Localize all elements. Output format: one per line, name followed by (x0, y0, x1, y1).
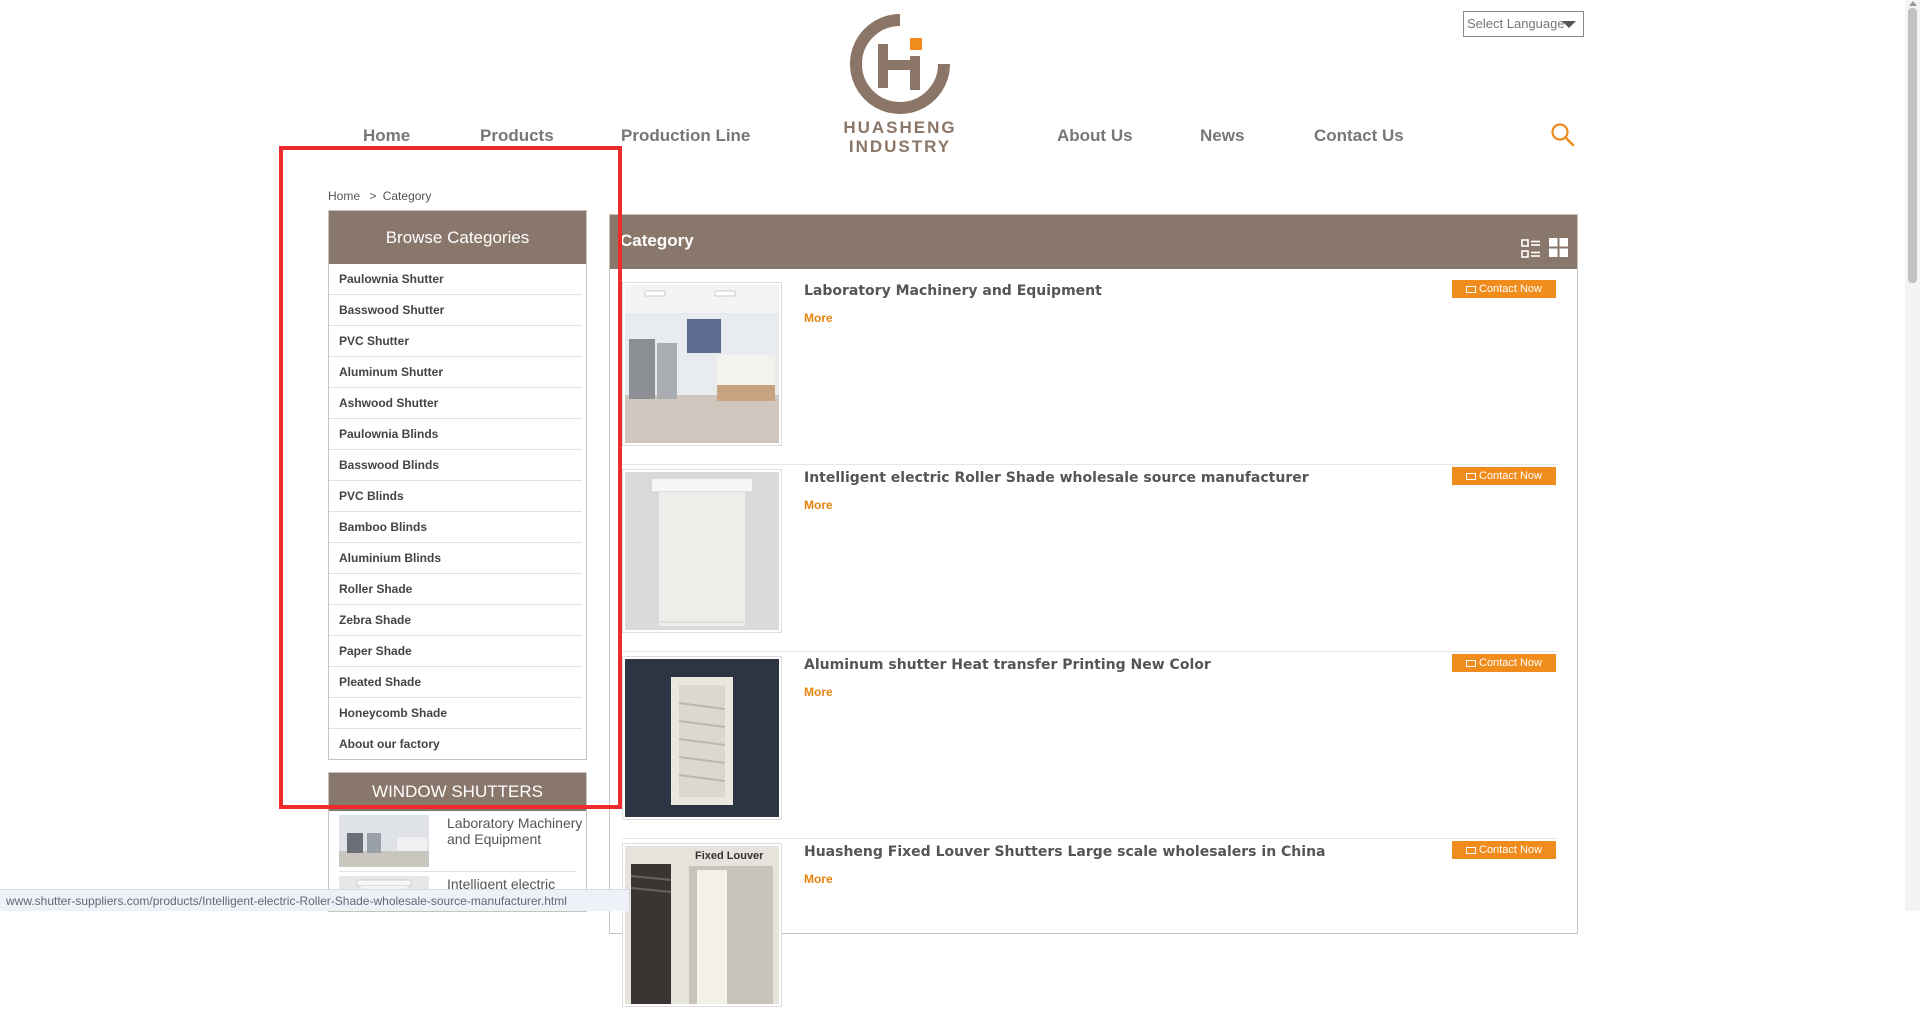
category-content: Category Laboratory Machinery and Equipm… (609, 214, 1578, 1007)
nav-news[interactable]: News (1200, 126, 1244, 146)
contact-now-button[interactable]: Contact Now (1452, 467, 1556, 485)
breadcrumb-home[interactable]: Home (328, 189, 360, 203)
product-row: Fixed Louver Huasheng Fixed Louver Shutt… (622, 839, 1558, 1025)
product-row: Intelligent electric Roller Shade wholes… (622, 465, 1558, 652)
product-thumbnail[interactable] (339, 815, 429, 867)
category-item[interactable]: Basswood Shutter (329, 295, 582, 326)
sidebar-categories: Browse Categories Paulownia Shutter Bass… (328, 210, 587, 760)
category-item[interactable]: PVC Blinds (329, 481, 582, 512)
scroll-up-icon[interactable] (1909, 1, 1917, 6)
window-shutters-title: WINDOW SHUTTERS (329, 773, 586, 811)
page-scrollbar[interactable] (1905, 0, 1920, 911)
logo-text-line2: INDUSTRY (848, 137, 952, 156)
contact-now-label: Contact Now (1479, 657, 1542, 669)
category-item[interactable]: Basswood Blinds (329, 450, 582, 481)
category-item[interactable]: Honeycomb Shade (329, 698, 582, 729)
contact-now-label: Contact Now (1479, 844, 1542, 856)
contact-now-label: Contact Now (1479, 283, 1542, 295)
product-photo (630, 864, 773, 1004)
envelope-icon (1466, 285, 1476, 293)
nav-production-line[interactable]: Production Line (621, 126, 750, 146)
status-bar-url: www.shutter-suppliers.com/products/Intel… (0, 889, 630, 911)
more-link[interactable]: More (804, 685, 833, 699)
category-item[interactable]: Aluminium Blinds (329, 543, 582, 574)
envelope-icon (1466, 472, 1476, 480)
category-item[interactable]: About our factory (329, 729, 582, 759)
category-item[interactable]: Roller Shade (329, 574, 582, 605)
product-row: Laboratory Machinery and Equipment More … (622, 278, 1558, 465)
product-image[interactable] (622, 282, 782, 446)
category-item[interactable]: Paulownia Shutter (329, 264, 582, 295)
language-select-label: Select Language (1467, 16, 1565, 31)
sidebar-title: Browse Categories (329, 211, 586, 264)
breadcrumb-separator: > (369, 189, 377, 203)
category-item[interactable]: Pleated Shade (329, 667, 582, 698)
category-item[interactable]: Paulownia Blinds (329, 419, 582, 450)
logo-text-line1: HUASHENG (843, 118, 957, 137)
category-item[interactable]: Aluminum Shutter (329, 357, 582, 388)
contact-now-button[interactable]: Contact Now (1452, 280, 1556, 298)
breadcrumb-current: Category (382, 189, 432, 203)
language-select[interactable]: Select Language (1463, 11, 1584, 37)
product-image[interactable]: Fixed Louver (622, 843, 782, 1007)
nav-products[interactable]: Products (480, 126, 554, 146)
chevron-down-icon (1562, 21, 1576, 28)
category-item[interactable]: Bamboo Blinds (329, 512, 582, 543)
scrollbar-thumb[interactable] (1908, 8, 1917, 283)
product-title[interactable]: Aluminum shutter Heat transfer Printing … (804, 657, 1211, 673)
list-view-icon[interactable] (1521, 239, 1541, 259)
contact-now-button[interactable]: Contact Now (1452, 654, 1556, 672)
logo[interactable]: HUASHENG INDUSTRY (840, 14, 960, 164)
category-list: Paulownia Shutter Basswood Shutter PVC S… (329, 264, 586, 759)
more-link[interactable]: More (804, 872, 833, 886)
product-title[interactable]: Intelligent electric Roller Shade wholes… (804, 470, 1309, 486)
side-product-item[interactable]: Laboratory Machinery and Equipment (339, 811, 582, 872)
product-photo (625, 285, 779, 443)
product-photo (625, 659, 779, 817)
product-image[interactable] (622, 469, 782, 633)
envelope-icon (1466, 846, 1476, 854)
nav-home[interactable]: Home (363, 126, 410, 146)
more-link[interactable]: More (804, 498, 833, 512)
category-header: Category (610, 215, 1577, 269)
product-row: Aluminum shutter Heat transfer Printing … (622, 652, 1558, 839)
category-item[interactable]: Zebra Shade (329, 605, 582, 636)
nav-contact-us[interactable]: Contact Us (1314, 126, 1404, 146)
contact-now-button[interactable]: Contact Now (1452, 841, 1556, 859)
category-title: Category (620, 231, 694, 250)
category-item[interactable]: PVC Shutter (329, 326, 582, 357)
nav-about-us[interactable]: About Us (1057, 126, 1133, 146)
envelope-icon (1466, 659, 1476, 667)
more-link[interactable]: More (804, 311, 833, 325)
logo-mark-icon (850, 14, 950, 114)
category-item[interactable]: Paper Shade (329, 636, 582, 667)
category-item[interactable]: Ashwood Shutter (329, 388, 582, 419)
breadcrumb: Home > Category (328, 189, 431, 203)
product-image[interactable] (622, 656, 782, 820)
product-title[interactable]: Laboratory Machinery and Equipment (804, 283, 1102, 299)
side-product-name[interactable]: Laboratory Machinery and Equipment (447, 815, 586, 847)
search-icon[interactable] (1550, 122, 1576, 148)
contact-now-label: Contact Now (1479, 470, 1542, 482)
product-title[interactable]: Huasheng Fixed Louver Shutters Large sca… (804, 844, 1326, 860)
product-photo (625, 472, 779, 630)
grid-view-icon[interactable] (1549, 238, 1568, 257)
